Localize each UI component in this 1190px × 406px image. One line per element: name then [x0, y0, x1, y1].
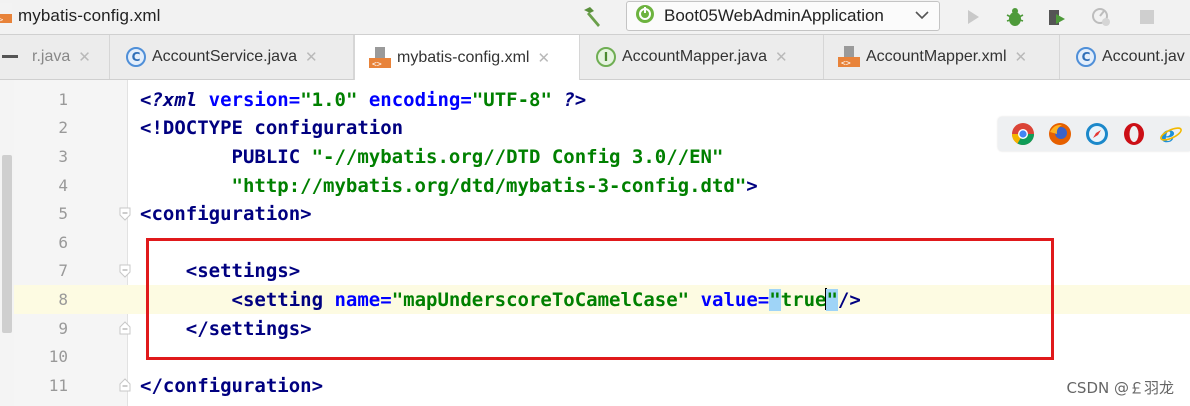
ie-icon[interactable]: e: [1159, 122, 1183, 148]
svg-text:<>: <>: [372, 59, 382, 68]
run-configuration-dropdown[interactable]: Boot05WebAdminApplication: [626, 1, 940, 31]
code-line-3[interactable]: PUBLIC "-//mybatis.org//DTD Config 3.0//…: [140, 143, 724, 172]
profiler-icon[interactable]: [1088, 4, 1114, 30]
build-hammer-icon[interactable]: [578, 4, 606, 30]
run-config-label: Boot05WebAdminApplication: [664, 6, 884, 25]
close-icon[interactable]: ✕: [305, 48, 318, 66]
chrome-icon[interactable]: [1011, 122, 1035, 146]
side-scrollbar[interactable]: [2, 155, 12, 333]
line-number: 9: [58, 318, 68, 338]
code-line-11[interactable]: </configuration>: [140, 372, 323, 401]
xml-file-icon: >: [0, 2, 12, 30]
code-line-1[interactable]: <?xml version="1.0" encoding="UTF-8" ?>: [140, 86, 586, 115]
tab-partial-java[interactable]: r.java ✕: [30, 35, 110, 79]
xml-icon: <>: [369, 46, 391, 69]
ide-window: > mybatis-config.xml Boot05WebAdminAppli…: [0, 0, 1190, 406]
left-tool-strip: [0, 80, 14, 406]
file-breadcrumb[interactable]: > mybatis-config.xml: [0, 2, 161, 30]
code-line-4[interactable]: "http://mybatis.org/dtd/mybatis-3-config…: [140, 172, 758, 201]
class-icon: C: [126, 47, 146, 67]
line-number: 6: [58, 232, 68, 252]
line-number: 2: [58, 118, 68, 138]
file-title: mybatis-config.xml: [18, 6, 161, 25]
tab-scroll-indicator: [2, 55, 18, 58]
line-number: 4: [58, 175, 68, 195]
coverage-icon[interactable]: [1044, 4, 1070, 30]
safari-icon[interactable]: [1085, 122, 1109, 146]
line-number: 10: [48, 347, 68, 367]
svg-text:>: >: [0, 16, 3, 24]
firefox-icon[interactable]: [1048, 122, 1072, 146]
tab-mybatis-config[interactable]: <> mybatis-config.xml ✕: [354, 35, 580, 80]
editor-tab-bar: r.java ✕ C AccountService.java ✕ <> myba…: [0, 35, 1190, 80]
fold-marker-icon[interactable]: [118, 207, 132, 221]
stop-icon[interactable]: [1134, 4, 1160, 30]
debug-bug-icon[interactable]: [1002, 4, 1028, 30]
line-number: 5: [58, 204, 68, 224]
close-icon[interactable]: ✕: [78, 48, 91, 66]
tab-account-java[interactable]: C Account.jav: [1060, 35, 1190, 79]
watermark: CSDN @￡羽龙: [1066, 379, 1174, 397]
line-number: 7: [58, 261, 68, 281]
interface-icon: I: [596, 47, 616, 67]
tab-account-mapper-java[interactable]: I AccountMapper.java ✕: [580, 35, 824, 79]
fold-end-marker-icon[interactable]: [118, 378, 132, 392]
xml-icon: <>: [838, 46, 860, 68]
code-line-2[interactable]: <!DOCTYPE configuration: [140, 114, 403, 143]
tab-account-mapper-xml[interactable]: <> AccountMapper.xml ✕: [824, 35, 1060, 79]
close-icon[interactable]: ✕: [537, 49, 550, 67]
fold-marker-icon[interactable]: [118, 264, 132, 278]
svg-text:<>: <>: [841, 59, 851, 68]
tab-account-service[interactable]: C AccountService.java ✕: [110, 35, 354, 79]
chevron-down-icon: [915, 7, 929, 25]
class-icon: C: [1076, 47, 1096, 67]
spring-boot-icon: [635, 4, 655, 29]
opera-icon[interactable]: [1122, 122, 1146, 146]
fold-end-marker-icon[interactable]: [118, 321, 132, 335]
close-icon[interactable]: ✕: [775, 48, 788, 66]
code-line-5[interactable]: <configuration>: [140, 200, 312, 229]
line-number: 1: [58, 89, 68, 109]
run-icon[interactable]: [960, 4, 986, 30]
line-number: 8: [58, 289, 68, 309]
top-toolbar: > mybatis-config.xml Boot05WebAdminAppli…: [0, 0, 1190, 35]
line-number: 3: [58, 146, 68, 166]
annotation-highlight-box: [146, 238, 1054, 360]
line-number: 11: [48, 375, 68, 395]
browser-preview-bar: e: [998, 117, 1190, 151]
close-icon[interactable]: ✕: [1015, 48, 1028, 66]
